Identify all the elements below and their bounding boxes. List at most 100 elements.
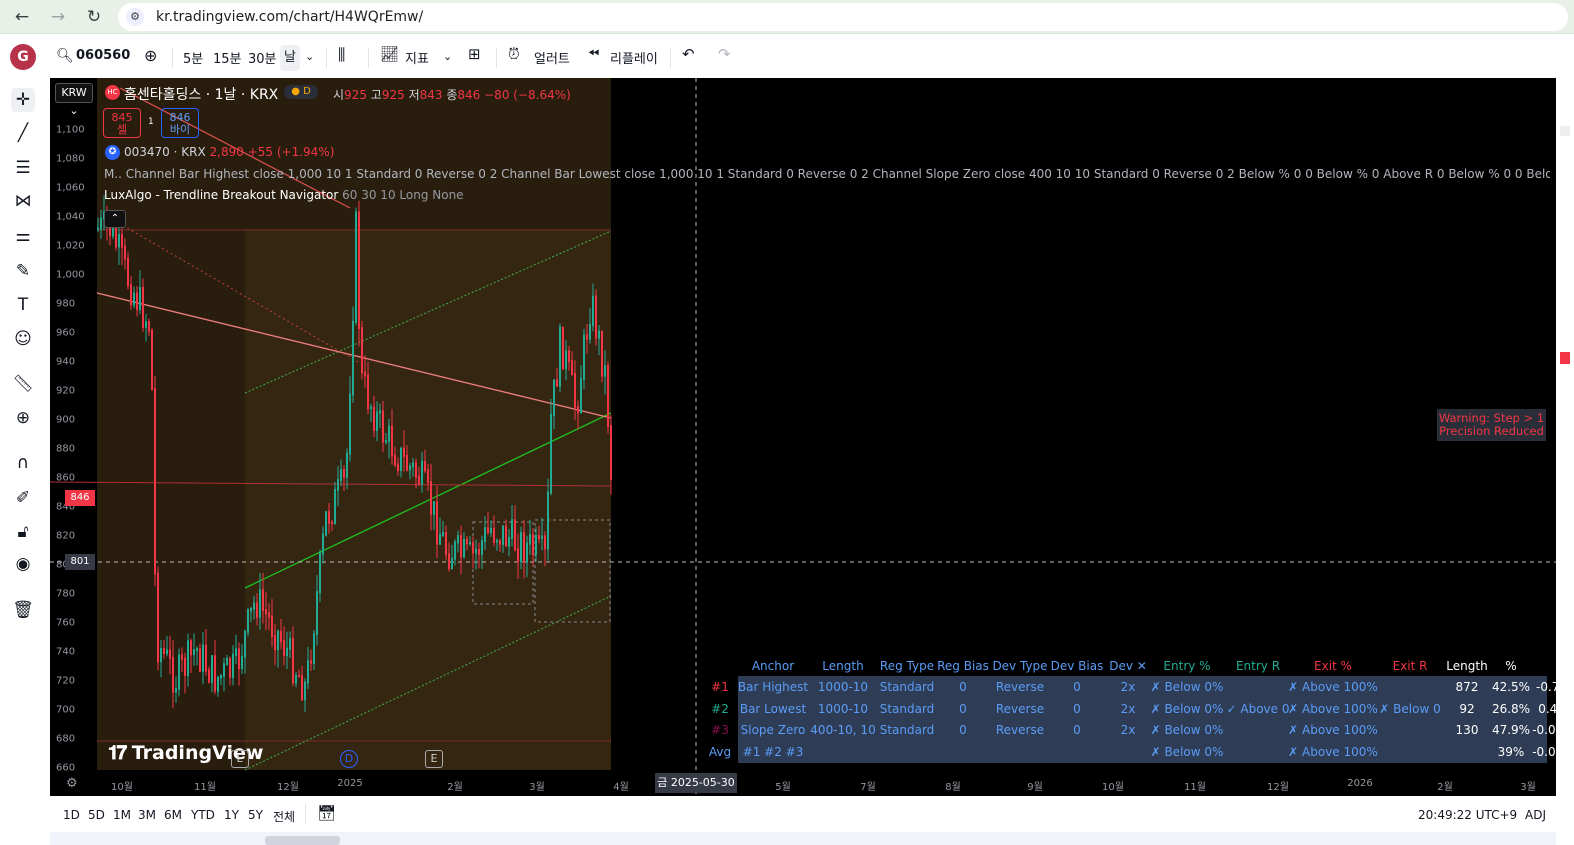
forecast-icon[interactable]: ⚌ — [11, 224, 35, 248]
candle-body — [121, 234, 123, 248]
luxalgo-legend[interactable]: LuxAlgo - Trendline Breakout Navigator 6… — [104, 188, 464, 202]
eye-icon[interactable]: ◉ — [11, 552, 35, 576]
candle-body — [199, 648, 201, 672]
back-icon[interactable]: ← — [10, 5, 34, 29]
trendline-icon[interactable]: ╱ — [11, 121, 35, 145]
undo-icon[interactable]: ↶ — [682, 45, 695, 63]
address-bar[interactable]: ⚙ kr.tradingview.com/chart/H4WQrEmw/ — [118, 3, 1568, 31]
emoji-icon[interactable]: ☺ — [11, 327, 35, 351]
alert-icon[interactable]: ⏰︎ — [508, 45, 520, 63]
candle-body — [517, 548, 519, 563]
forward-icon[interactable]: → — [46, 5, 70, 29]
candle-body — [523, 532, 525, 563]
candle-body — [526, 542, 528, 563]
pattern-icon[interactable]: ⋈ — [11, 189, 35, 213]
candle-body — [373, 406, 375, 431]
candle-body — [163, 647, 165, 655]
candle-body — [541, 535, 543, 539]
interval-30m[interactable]: 30분 — [248, 48, 277, 67]
clock[interactable]: 20:49:22 UTC+9 — [1418, 808, 1517, 822]
text-icon[interactable]: T — [11, 293, 35, 317]
buy-button[interactable]: 846 바이 — [161, 108, 199, 138]
settings-gear-icon[interactable]: ⚙ — [66, 776, 78, 791]
candle-body — [520, 532, 522, 563]
candle-body — [502, 525, 504, 545]
chart-top-toolbar: G 🔍︎ 060560 ⊕ 5분 15분 30분 날 ⌄ ⫼ 📈︎ 지표 ⌄ ⊞… — [0, 40, 1574, 76]
range-1d[interactable]: 1D — [63, 808, 80, 822]
interval-dropdown-icon[interactable]: ⌄ — [305, 50, 314, 63]
dividend-event-icon[interactable]: D — [340, 750, 358, 768]
indicator-legend[interactable]: M.. Channel Bar Highest close 1,000 10 1… — [104, 167, 1550, 181]
zoom-icon[interactable]: ⊕ — [11, 406, 35, 430]
browser-toolbar: ← → ↻ ⚙ kr.tradingview.com/chart/H4WQrEm… — [0, 0, 1574, 34]
range-3m[interactable]: 3M — [138, 808, 156, 822]
candle-body — [412, 462, 414, 468]
range-5y[interactable]: 5Y — [248, 808, 263, 822]
candles-icon[interactable]: ⫼ — [338, 45, 345, 65]
candle-body — [379, 410, 381, 414]
interval-day[interactable]: 날 — [280, 45, 300, 71]
ruler-icon[interactable]: 📏︎ — [11, 372, 35, 396]
layouts-icon[interactable]: ⊞ — [468, 45, 481, 63]
candle-body — [400, 447, 402, 472]
earnings-event-icon[interactable]: E — [231, 750, 249, 768]
price-marker — [1560, 352, 1570, 364]
table-row: Avg #1 #2 #3 ✗ Below 0% ✗ Above 100% 39% -0.0… — [685, 740, 1556, 763]
time-label: 3월 — [529, 782, 545, 793]
sell-button[interactable]: 845 셀 — [103, 108, 141, 138]
add-symbol-icon[interactable]: ⊕ — [144, 46, 157, 65]
replay-button[interactable]: 리플레이 — [610, 48, 658, 67]
cursor-price-tag: 801 — [65, 554, 95, 570]
time-label: 3월 — [1520, 782, 1536, 793]
user-avatar[interactable]: G — [10, 44, 36, 70]
indicators-button[interactable]: 지표 — [405, 48, 429, 67]
magnet-icon[interactable]: ∩ — [11, 451, 35, 475]
chart-pane[interactable]: KRW ⌄ HC 홈센타홀딩스 · 1날 · KRX ● D 시925 고925… — [50, 78, 1556, 796]
candle-body — [535, 534, 537, 555]
site-info-icon[interactable]: ⚙ — [126, 8, 144, 26]
alert-button[interactable]: 얼러트 — [534, 48, 570, 67]
indicators-dropdown-icon[interactable]: ⌄ — [443, 50, 452, 63]
market-status-badge[interactable]: ● D — [284, 85, 318, 99]
range-5d[interactable]: 5D — [88, 808, 105, 822]
symbol-search[interactable]: 060560 — [76, 48, 130, 63]
range-ytd[interactable]: YTD — [191, 808, 215, 822]
fib-icon[interactable]: ☰ — [11, 156, 35, 180]
price-label: 820 — [56, 530, 76, 542]
redo-icon[interactable]: ↷ — [718, 45, 731, 63]
brush-icon[interactable]: ✎ — [11, 259, 35, 283]
replay-icon[interactable]: ⏪︎ — [588, 46, 599, 62]
drawing-mode-icon[interactable]: ✐ — [11, 486, 35, 510]
goto-date-icon[interactable]: 📅︎ — [317, 804, 336, 822]
reload-icon[interactable]: ↻ — [82, 5, 106, 29]
earnings-event-icon[interactable]: E — [425, 750, 443, 768]
candle-body — [493, 527, 495, 543]
crosshair-icon[interactable]: ✛ — [11, 88, 35, 112]
compare-symbol[interactable]: 003470 · KRX 2,890 +55 (+1.94%) — [124, 145, 334, 159]
currency-selector[interactable]: KRW ⌄ — [55, 83, 93, 117]
trash-icon[interactable]: 🗑︎ — [11, 598, 35, 622]
interval-5m[interactable]: 5분 — [183, 48, 203, 67]
adj-toggle[interactable]: ADJ — [1525, 808, 1546, 822]
candle-body — [349, 393, 351, 455]
candle-body — [217, 676, 219, 692]
right-scrollbar[interactable] — [1556, 78, 1574, 796]
search-icon[interactable]: 🔍︎ — [56, 48, 74, 64]
chart-title[interactable]: 홈센타홀딩스 · 1날 · KRX — [124, 84, 278, 104]
range-6m[interactable]: 6M — [164, 808, 182, 822]
warning-box: Warning: Step > 1 Precision Reduced — [1437, 409, 1546, 441]
candle-body — [142, 286, 144, 328]
interval-15m[interactable]: 15분 — [213, 48, 242, 67]
lock-icon[interactable]: 🔓︎ — [11, 520, 35, 544]
range-all[interactable]: 전체 — [273, 808, 295, 825]
candle-body — [367, 374, 369, 410]
range-1y[interactable]: 1Y — [224, 808, 239, 822]
range-1m[interactable]: 1M — [113, 808, 131, 822]
candle-body — [190, 640, 192, 656]
candle-body — [307, 660, 309, 684]
candle-body — [286, 647, 288, 657]
panel-handle[interactable] — [265, 836, 340, 845]
indicators-icon[interactable]: 📈︎ — [380, 45, 399, 63]
collapse-legend-icon[interactable]: ⌃ — [104, 210, 126, 228]
time-label: 9월 — [1027, 782, 1043, 793]
